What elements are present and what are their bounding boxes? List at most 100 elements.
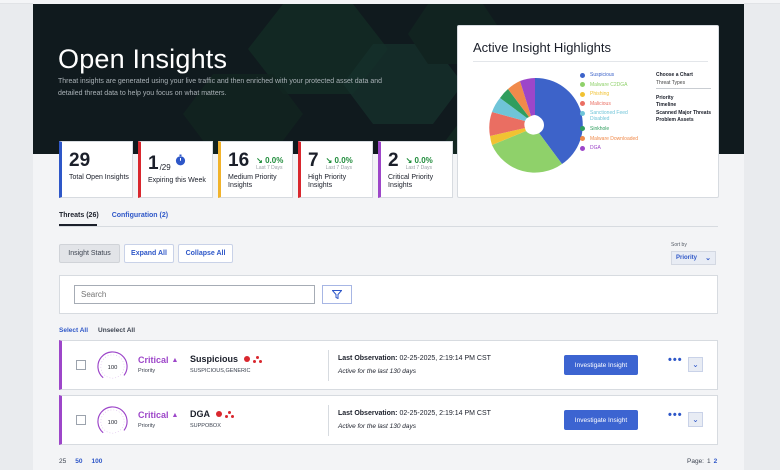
kpi-high[interactable]: 7 ↘ 0.0% Last 7 Days High Priority Insigh…	[298, 141, 373, 198]
kpi-delta: 0.0%	[265, 156, 284, 165]
search-input[interactable]	[74, 285, 315, 304]
legend-swatch	[580, 82, 585, 88]
divider	[328, 405, 329, 436]
page-size-100[interactable]: 100	[91, 458, 102, 465]
collapse-all-button[interactable]: Collapse All	[178, 244, 233, 263]
legend-swatch	[580, 72, 585, 78]
insight-status-button[interactable]: Insight Status	[59, 244, 120, 263]
page-frame: Open Insights Threat insights are genera…	[33, 0, 744, 470]
legend-item[interactable]: Suspicious	[580, 72, 640, 78]
investigate-insight-button[interactable]: Investigate Insight	[564, 410, 638, 430]
legend-item[interactable]: Sanctioned Feed Disabled	[580, 110, 640, 122]
chart-chooser: Choose a Chart Threat Types Priority Tim…	[656, 72, 711, 125]
threat-indicator-icons	[244, 355, 263, 363]
kpi-delta-label: Last 7 Days	[405, 165, 432, 171]
kpi-label: Expiring this Week	[148, 177, 206, 184]
search-panel	[59, 275, 718, 314]
chevron-down-icon: ⌄	[705, 255, 711, 262]
chart-chooser-selected[interactable]: Threat Types	[656, 80, 711, 89]
triangle-up-icon: ▲	[171, 356, 179, 364]
page-2[interactable]: 2	[714, 458, 718, 465]
last-observation-value: 02-25-2025, 2:19:14 PM CST	[399, 410, 491, 417]
legend-item[interactable]: Malware C2DGA	[580, 82, 640, 88]
pagination: Page: 1 2	[687, 458, 717, 465]
filter-icon	[332, 290, 342, 299]
sort-by-label: Sort by	[671, 242, 687, 248]
chart-legend: Suspicious Malware C2DGA Phishing Malici…	[580, 72, 640, 155]
legend-label: Malicious	[590, 100, 611, 107]
tab-bar: Threats (26) Configuration (2)	[59, 212, 168, 219]
insight-name: Suspicious	[190, 354, 263, 364]
legend-swatch	[580, 145, 585, 151]
investigate-insight-button[interactable]: Investigate Insight	[564, 355, 638, 375]
gauge-score: 100	[108, 365, 118, 371]
page-size-selector: 25 50 100	[59, 458, 102, 465]
divider	[328, 350, 329, 381]
more-options-icon[interactable]: •••	[668, 355, 683, 366]
kpi-delta: 0.0%	[334, 156, 353, 165]
tab-configuration[interactable]: Configuration (2)	[112, 212, 168, 219]
legend-item[interactable]: DGA	[580, 145, 640, 151]
legend-label: Malware C2DGA	[590, 81, 628, 88]
insight-row[interactable]: 100 Critical ▲ Priority Suspicious SUSPIC…	[59, 340, 718, 390]
sort-by-select[interactable]: Priority ⌄	[671, 251, 716, 265]
kpi-value: 16	[228, 150, 250, 171]
insight-subtype: SUSPICIOUS,GENERIC	[190, 368, 251, 374]
legend-swatch	[580, 101, 585, 107]
filter-button[interactable]	[322, 285, 352, 304]
trend-arrow-icon: ↘	[256, 156, 263, 165]
kpi-total-open[interactable]: 29 Total Open Insights	[59, 141, 133, 198]
selection-links: Select All Unselect All	[59, 327, 135, 334]
chevron-down-icon: ⌄	[692, 415, 699, 424]
divider	[473, 61, 708, 62]
expand-all-button[interactable]: Expand All	[124, 244, 174, 263]
insight-name: DGA	[190, 409, 234, 419]
row-expand-button[interactable]: ⌄	[688, 412, 703, 427]
unselect-all-link[interactable]: Unselect All	[98, 327, 135, 334]
insight-row[interactable]: 100 Critical ▲ Priority DGA SUPPOBOX Last…	[59, 395, 718, 445]
chart-option-priority[interactable]: Priority	[656, 95, 711, 101]
legend-item[interactable]: Phishing	[580, 91, 640, 97]
legend-item[interactable]: Malicious	[580, 101, 640, 107]
last-observation-label: Last Observation:	[338, 355, 398, 362]
more-options-icon[interactable]: •••	[668, 410, 683, 421]
priority-caption: Priority	[138, 423, 156, 429]
legend-label: Sinkhole	[590, 125, 610, 132]
row-checkbox[interactable]	[76, 360, 86, 370]
triangle-up-icon: ▲	[171, 411, 179, 419]
page-1[interactable]: 1	[707, 458, 711, 465]
network-icon	[253, 355, 263, 363]
sort-by-value: Priority	[676, 255, 698, 261]
last-observation-label: Last Observation:	[338, 410, 398, 417]
active-duration: Active for the last 130 days	[338, 423, 417, 430]
chart-option-problem-assets[interactable]: Problem Assets	[656, 117, 711, 123]
kpi-expiring[interactable]: 1/29 Expiring this Week	[138, 141, 213, 198]
severity-text: Critical	[138, 410, 169, 420]
kpi-delta-label: Last 7 Days	[325, 165, 352, 171]
legend-label: Suspicious	[590, 72, 615, 78]
row-expand-button[interactable]: ⌄	[688, 357, 703, 372]
red-dot-icon	[216, 411, 222, 417]
legend-item[interactable]: Malware Downloaded	[580, 136, 640, 142]
kpi-label: Total Open Insights	[69, 174, 129, 181]
page-size-50[interactable]: 50	[75, 458, 82, 465]
last-observation: Last Observation: 02-25-2025, 2:19:14 PM…	[338, 410, 491, 417]
legend-swatch	[580, 126, 585, 132]
kpi-critical[interactable]: 2 ↘ 0.0% Last 7 Days Critical Priority In…	[378, 141, 453, 198]
chart-option-scanned[interactable]: Scanned Major Threats	[656, 110, 711, 116]
legend-label: Malware Downloaded	[590, 135, 639, 142]
row-checkbox[interactable]	[76, 415, 86, 425]
stopwatch-icon	[175, 150, 186, 172]
threat-type-donut-chart[interactable]	[480, 70, 590, 180]
select-all-link[interactable]: Select All	[59, 327, 88, 334]
legend-item[interactable]: Sinkhole	[580, 126, 640, 132]
trend-arrow-icon: ↘	[405, 156, 413, 165]
chart-option-timeline[interactable]: Timeline	[656, 102, 711, 108]
kpi-medium[interactable]: 16 ↘ 0.0% Last 7 Days Medium Priority Ins…	[218, 141, 293, 198]
legend-label: Sanctioned Feed Disabled	[590, 110, 628, 123]
tab-threats[interactable]: Threats (26)	[59, 212, 99, 219]
gauge-score: 100	[108, 420, 118, 426]
legend-swatch	[580, 136, 585, 142]
network-icon	[225, 410, 234, 418]
page-size-25[interactable]: 25	[59, 458, 66, 465]
